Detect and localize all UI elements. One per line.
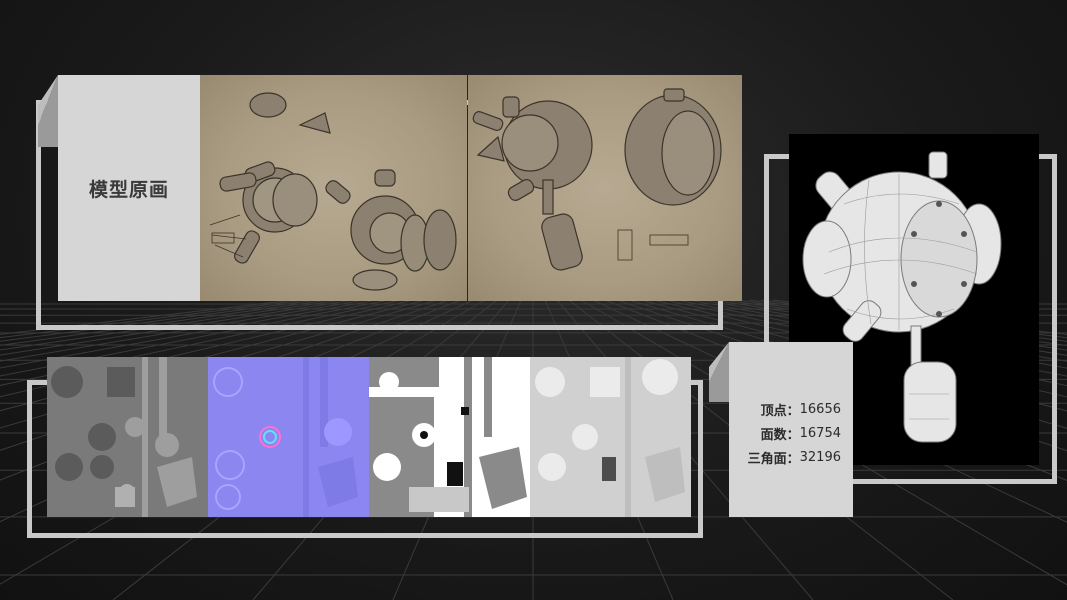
stat-vertices-label: 顶点： xyxy=(760,403,800,419)
concept-sketch-right xyxy=(472,88,722,271)
stat-faces: 面数： 16754 xyxy=(729,421,853,445)
concept-sketch-left xyxy=(209,92,457,291)
concept-title: 模型原画 xyxy=(88,178,169,201)
stat-faces-value: 16754 xyxy=(799,425,841,441)
stat-triangles-label: 三角面： xyxy=(747,451,800,467)
stat-faces-label: 面数： xyxy=(760,427,800,443)
stat-vertices-value: 16656 xyxy=(799,401,841,417)
diffuse-map xyxy=(47,357,208,517)
texture-maps-strip xyxy=(47,357,691,517)
concept-sheet-right xyxy=(468,75,742,301)
concept-label-card: 模型原画 xyxy=(58,75,200,301)
concept-sheet-left xyxy=(200,75,467,301)
stats-card: 顶点： 16656 面数： 16754 三角面： 32196 xyxy=(729,342,853,517)
ao-map xyxy=(530,357,691,517)
stat-triangles-value: 32196 xyxy=(799,449,841,465)
roughness-map xyxy=(369,357,530,517)
stat-triangles: 三角面： 32196 xyxy=(729,445,853,469)
stats-tab-fold xyxy=(709,342,729,402)
concept-tab-fold xyxy=(38,75,58,147)
stat-vertices: 顶点： 16656 xyxy=(729,397,853,421)
normal-map xyxy=(208,357,369,517)
